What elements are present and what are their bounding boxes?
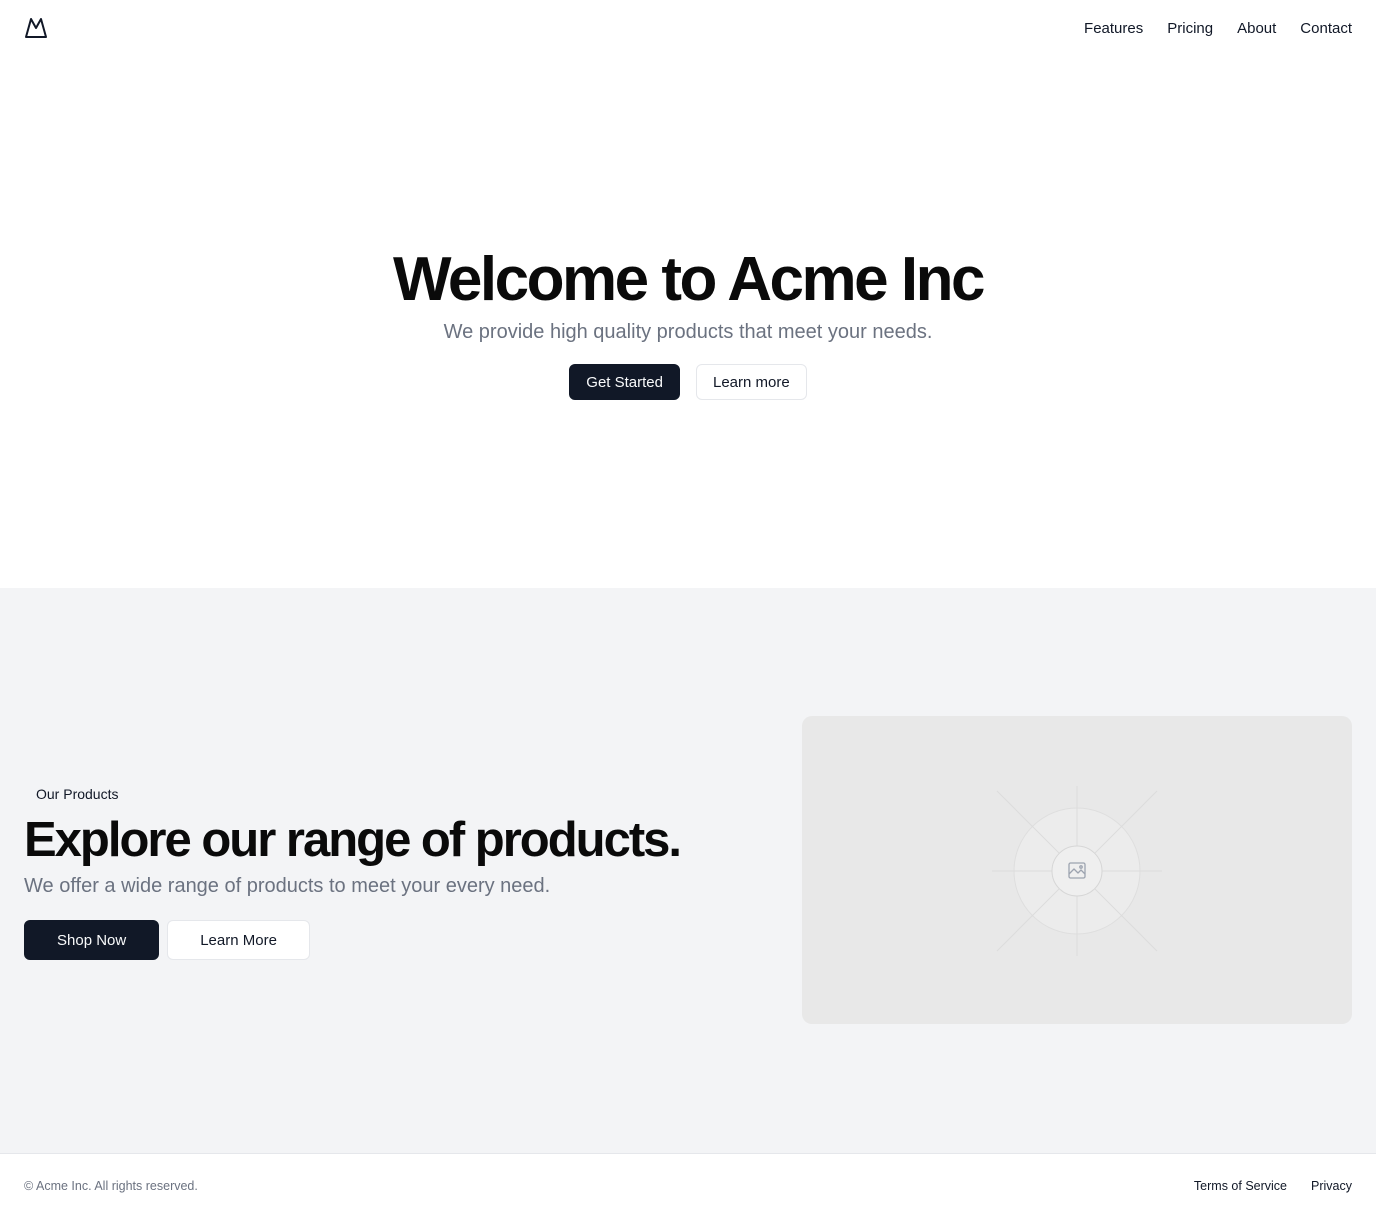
main-nav: Features Pricing About Contact: [1084, 20, 1352, 37]
products-title: Explore our range of products.: [24, 813, 682, 867]
products-content: Our Products Explore our range of produc…: [24, 784, 764, 960]
copyright-text: © Acme Inc. All rights reserved.: [24, 1179, 198, 1193]
hero-title: Welcome to Acme Inc: [393, 245, 985, 314]
learn-more-button[interactable]: Learn more: [696, 364, 807, 400]
products-badge: Our Products: [24, 784, 131, 804]
get-started-button[interactable]: Get Started: [569, 364, 680, 400]
footer-nav: Terms of Service Privacy: [1194, 1179, 1352, 1193]
products-actions: Shop Now Learn More: [24, 920, 764, 960]
site-footer: © Acme Inc. All rights reserved. Terms o…: [0, 1153, 1376, 1218]
image-placeholder-icon: [992, 786, 1162, 956]
nav-link-pricing[interactable]: Pricing: [1167, 20, 1213, 37]
nav-link-about[interactable]: About: [1237, 20, 1276, 37]
mountain-icon[interactable]: [24, 16, 48, 40]
landing-page: Features Pricing About Contact Welcome t…: [0, 0, 1376, 1218]
site-header: Features Pricing About Contact: [0, 0, 1376, 56]
products-section: Our Products Explore our range of produc…: [0, 588, 1376, 1154]
products-subtitle: We offer a wide range of products to mee…: [24, 875, 551, 897]
shop-now-button[interactable]: Shop Now: [24, 920, 160, 960]
privacy-link[interactable]: Privacy: [1311, 1179, 1352, 1193]
hero-subtitle: We provide high quality products that me…: [443, 321, 933, 343]
nav-link-contact[interactable]: Contact: [1300, 20, 1352, 37]
product-image-placeholder: [802, 716, 1352, 1024]
hero-section: Welcome to Acme Inc We provide high qual…: [0, 56, 1376, 588]
products-learn-more-button[interactable]: Learn More: [167, 920, 310, 960]
hero-actions: Get Started Learn more: [569, 364, 807, 400]
nav-link-features[interactable]: Features: [1084, 20, 1143, 37]
terms-of-service-link[interactable]: Terms of Service: [1194, 1179, 1287, 1193]
